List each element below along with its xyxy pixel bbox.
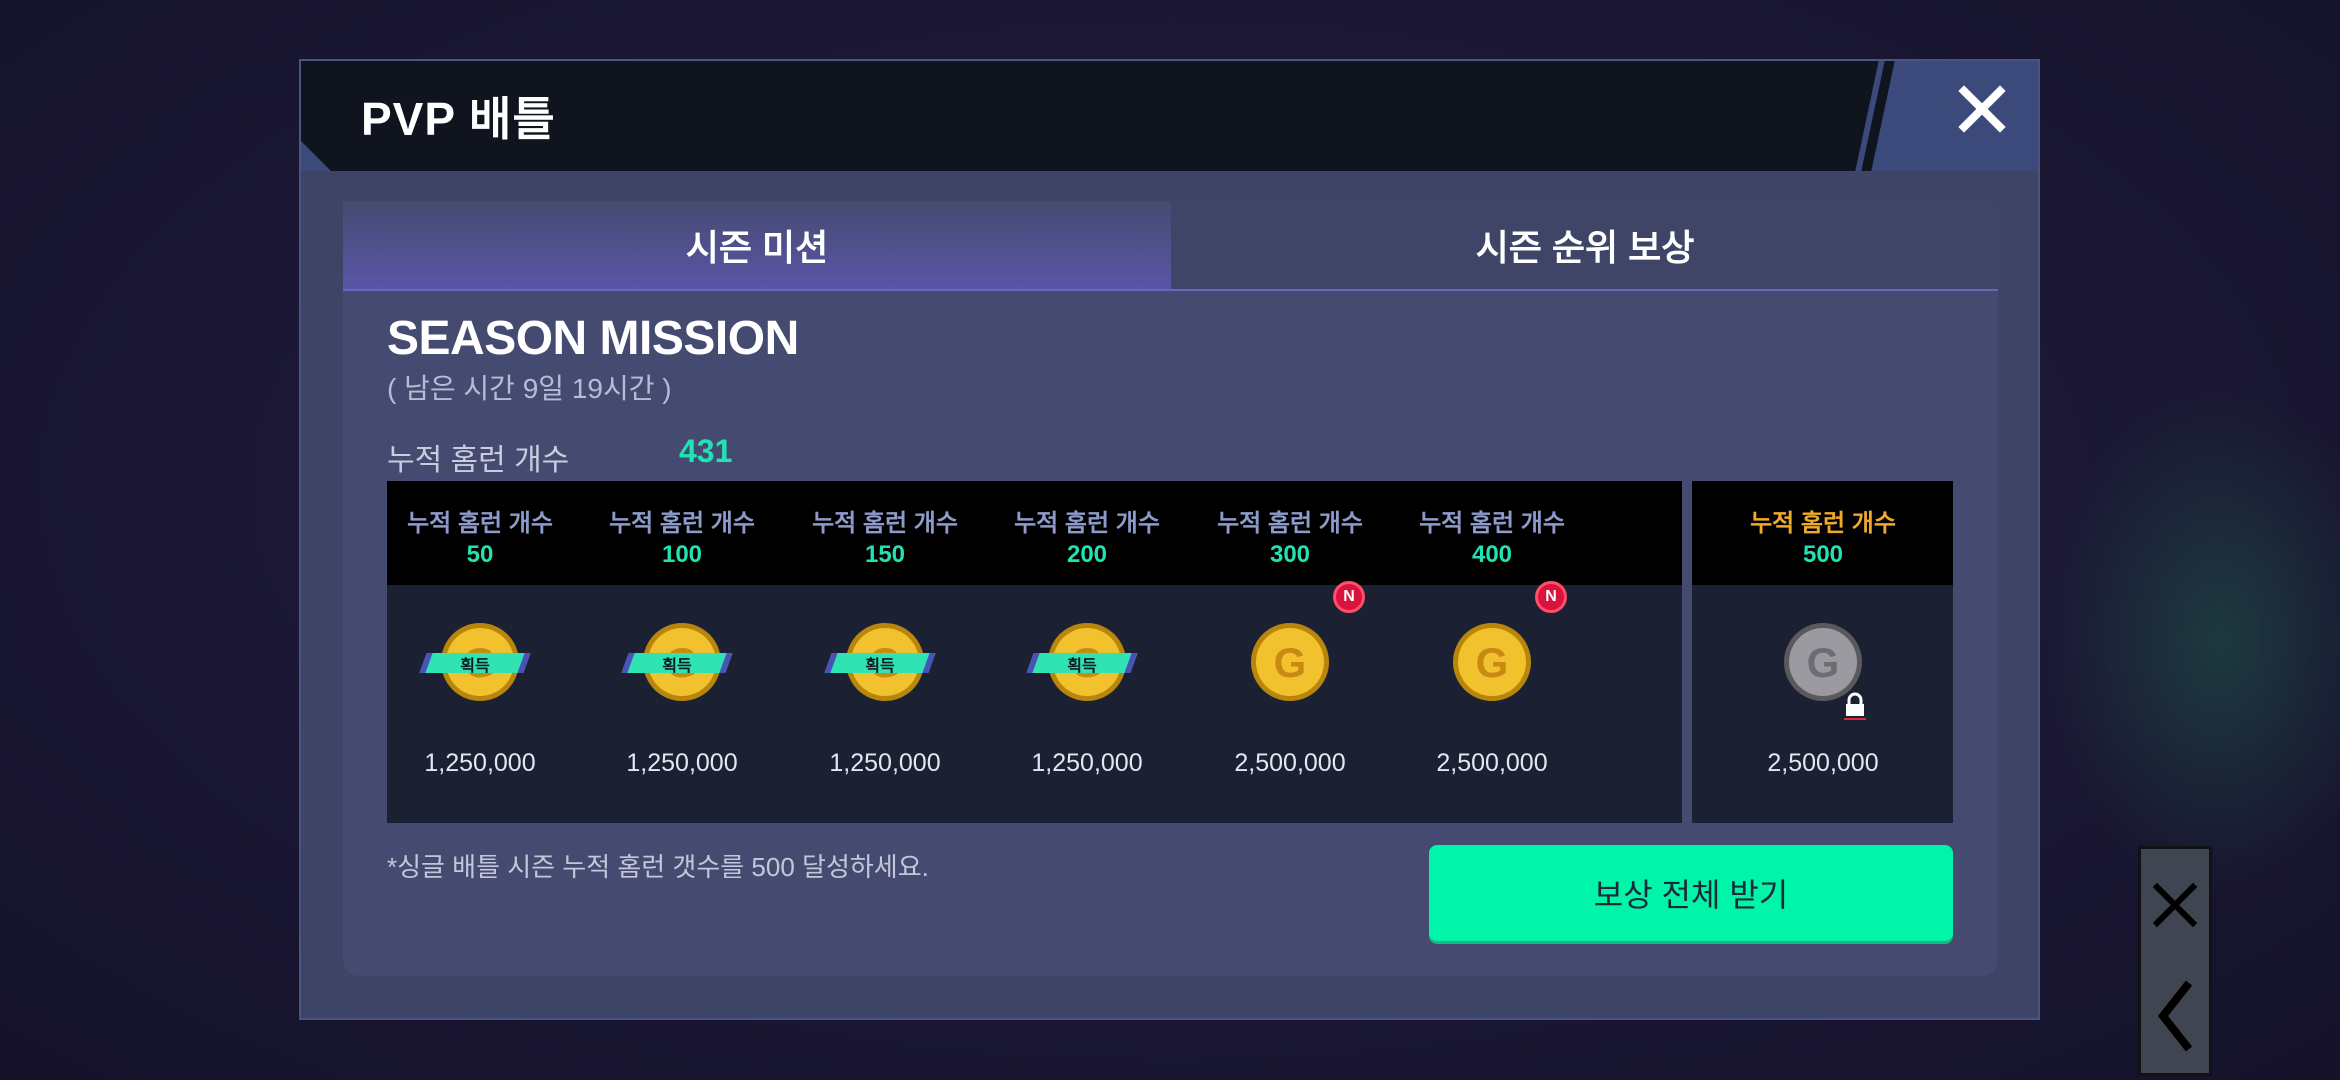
- mission-label: 누적 홈런 개수: [1750, 510, 1896, 537]
- dialog-header: PVP 배틀: [301, 61, 2038, 171]
- gold-coin-icon: G: [1251, 623, 1329, 701]
- close-area: [1918, 61, 2038, 171]
- remaining-time: ( 남은 시간 9일 19시간 ): [387, 373, 672, 404]
- mission-label: 누적 홈런 개수: [1217, 510, 1363, 537]
- reward-amount: 1,250,000: [626, 749, 738, 777]
- mission-item[interactable]: 누적 홈런 개수 100 G 획득 1,250,000: [587, 481, 777, 823]
- mission-label: 누적 홈런 개수: [407, 510, 553, 537]
- back-icon[interactable]: [2141, 961, 2209, 1071]
- svg-text:G: G: [1274, 639, 1307, 686]
- dialog-content: 시즌 미션 시즌 순위 보상 SEASON MISSION ( 남은 시간 9일…: [343, 201, 1999, 976]
- mission-label: 누적 홈런 개수: [1419, 510, 1565, 537]
- mission-target: 200: [1066, 541, 1108, 568]
- homerun-count-label: 누적 홈런 개수: [387, 444, 570, 477]
- background-glow: [2040, 380, 2340, 900]
- tab-season-rank-reward[interactable]: 시즌 순위 보상: [1171, 201, 1999, 289]
- acquired-label: 획득: [460, 658, 490, 675]
- mission-item[interactable]: 누적 홈런 개수 50 G 획득 1,250,000: [385, 481, 575, 823]
- mission-item[interactable]: 누적 홈런 개수 200 G 획득 1,250,000: [992, 481, 1182, 823]
- svg-text:G: G: [1476, 639, 1509, 686]
- claim-all-rewards-button[interactable]: 보상 전체 받기: [1429, 845, 1953, 941]
- pvp-battle-dialog: PVP 배틀 시즌 미션 시즌 순위 보상 SEASON MISSION ( 남…: [299, 59, 2040, 1020]
- season-title: SEASON MISSION: [387, 312, 799, 365]
- mission-notice: *싱글 배틀 시즌 누적 홈런 갯수를 500 달성하세요.: [387, 852, 929, 882]
- reward-amount: 2,500,000: [1234, 749, 1346, 777]
- acquired-label: 획득: [1067, 658, 1097, 675]
- gold-coin-icon: G: [1453, 623, 1531, 701]
- mission-item[interactable]: 누적 홈런 개수 300 G N 2,500,000: [1195, 481, 1385, 823]
- side-button-panel: [2138, 846, 2212, 1076]
- mission-target: 400: [1471, 541, 1513, 568]
- mission-list: 누적 홈런 개수 50 G 획득 1,250,000 누적 홈런 개수 100 …: [387, 481, 1682, 823]
- reward-amount: 1,250,000: [424, 749, 536, 777]
- mission-item[interactable]: 누적 홈런 개수 400 G N 2,500,000: [1397, 481, 1587, 823]
- tab-underline: [343, 289, 1998, 291]
- reward-amount: 2,500,000: [1436, 749, 1548, 777]
- close-icon[interactable]: [2141, 849, 2209, 959]
- mission-target: 500: [1802, 541, 1844, 568]
- dialog-title: PVP 배틀: [361, 93, 556, 145]
- mission-target: 50: [466, 541, 494, 568]
- reward-amount: 1,250,000: [829, 749, 941, 777]
- mission-label: 누적 홈런 개수: [609, 510, 755, 537]
- reward-amount: 1,250,000: [1031, 749, 1143, 777]
- mission-item-final[interactable]: 누적 홈런 개수 500 G 2,500,000: [1728, 481, 1918, 823]
- tab-season-mission[interactable]: 시즌 미션: [343, 201, 1171, 289]
- acquired-label: 획득: [662, 658, 692, 675]
- mission-item[interactable]: 누적 홈런 개수 150 G 획득 1,250,000: [790, 481, 980, 823]
- lock-icon: [1844, 692, 1866, 720]
- close-icon[interactable]: [1952, 79, 2012, 139]
- reward-amount: 2,500,000: [1767, 749, 1879, 777]
- mission-target: 300: [1269, 541, 1311, 568]
- final-mission: 누적 홈런 개수 500 G 2,500,000: [1692, 481, 1953, 823]
- svg-text:G: G: [1807, 639, 1840, 686]
- homerun-count-value: 431: [679, 433, 733, 469]
- mission-label: 누적 홈런 개수: [812, 510, 958, 537]
- new-badge: N: [1535, 581, 1567, 613]
- mission-target: 100: [661, 541, 703, 568]
- new-badge: N: [1333, 581, 1365, 613]
- header-corner-decoration: [301, 141, 331, 171]
- mission-label: 누적 홈런 개수: [1014, 510, 1160, 537]
- mission-target: 150: [864, 541, 906, 568]
- acquired-label: 획득: [865, 658, 895, 675]
